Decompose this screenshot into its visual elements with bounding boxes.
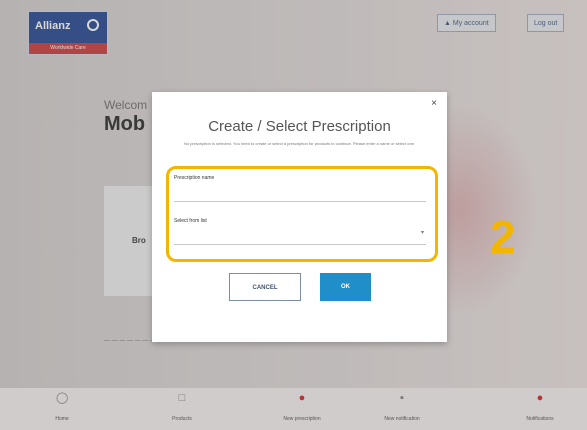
step-highlight-box xyxy=(166,166,438,262)
step-number-label: 2 xyxy=(490,211,516,263)
dialog-subtitle: No prescription is selected. You need to… xyxy=(183,141,416,146)
dialog-title: Create / Select Prescription xyxy=(208,118,391,135)
nav-label-home: Home xyxy=(55,416,69,422)
nav-item-new-notification[interactable]: ▪ New notification xyxy=(362,392,442,422)
nav-item-products[interactable]: □ Products xyxy=(142,392,222,422)
cancel-button[interactable]: CANCEL xyxy=(229,273,301,301)
prescription-icon: ● xyxy=(298,392,306,404)
home-icon: ◯ xyxy=(56,392,69,404)
nav-item-notifications[interactable]: ● Notifications xyxy=(500,392,580,422)
bottom-navigation: ◯ Home □ Products ● New prescription ▪ N… xyxy=(0,388,587,430)
nav-item-home[interactable]: ◯ Home xyxy=(22,392,102,422)
nav-label-new-prescription: New prescription xyxy=(283,416,321,422)
nav-label-products: Products xyxy=(172,416,192,422)
ok-button[interactable]: OK xyxy=(320,273,371,301)
nav-label-new-notification: New notification xyxy=(384,416,420,422)
products-icon: □ xyxy=(178,392,186,404)
nav-label-notifications: Notifications xyxy=(526,416,554,422)
notification-icon: ▪ xyxy=(400,392,404,404)
nav-item-new-prescription[interactable]: ● New prescription xyxy=(262,392,342,422)
bell-icon: ● xyxy=(536,392,544,404)
close-icon[interactable]: × xyxy=(431,98,437,109)
